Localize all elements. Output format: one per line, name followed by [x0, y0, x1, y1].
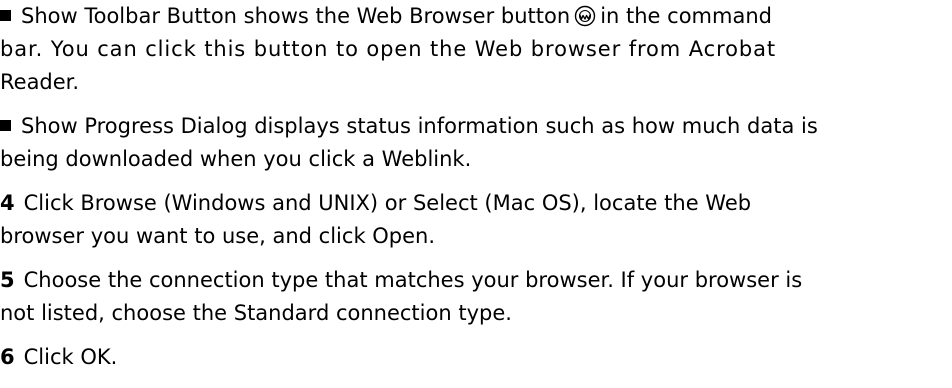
bullet-toolbar-line-2: bar. You can click this button to open t… [0, 37, 777, 61]
bullet-progress-line-2: being downloaded when you click a Weblin… [0, 147, 472, 171]
step-6-line-1-text: Click OK. [23, 345, 118, 369]
step-4-line-2: browser you want to use, and click Open. [0, 224, 436, 248]
bullet-progress-dialog: Show Progress Dialog displays status inf… [0, 110, 952, 176]
step-5-line-2: not listed, choose the Standard connecti… [0, 301, 512, 325]
toolbar-text-before-icon: Show Toolbar Button shows the Web Browse… [21, 4, 571, 28]
square-bullet-icon [0, 120, 11, 131]
step-6-line-1: 6 Click OK. [0, 341, 952, 374]
bullet-toolbar-button: Show Toolbar Button shows the Web Browse… [0, 0, 952, 99]
step-4-line-1-text: Click Browse (Windows and UNIX) or Selec… [23, 191, 752, 215]
step-number: 4 [0, 191, 15, 215]
toolbar-text-after-icon: in the command [600, 4, 772, 28]
bullet-progress-line-1: Show Progress Dialog displays status inf… [0, 110, 952, 143]
web-browser-icon [574, 5, 596, 27]
step-6: 6 Click OK. [0, 341, 952, 374]
bullet-toolbar-line-1: Show Toolbar Button shows the Web Browse… [0, 0, 952, 33]
step-5-line-1-text: Choose the connection type that matches … [23, 268, 803, 292]
progress-line-1-text: Show Progress Dialog displays status inf… [21, 114, 818, 138]
step-5: 5 Choose the connection type that matches… [0, 264, 952, 330]
step-number: 5 [0, 268, 15, 292]
step-5-line-1: 5 Choose the connection type that matches… [0, 264, 952, 297]
step-4-line-1: 4 Click Browse (Windows and UNIX) or Sele… [0, 187, 952, 220]
step-number: 6 [0, 345, 15, 369]
square-bullet-icon [0, 10, 11, 21]
bullet-toolbar-line-3: Reader. [0, 70, 80, 94]
step-4: 4 Click Browse (Windows and UNIX) or Sele… [0, 187, 952, 253]
